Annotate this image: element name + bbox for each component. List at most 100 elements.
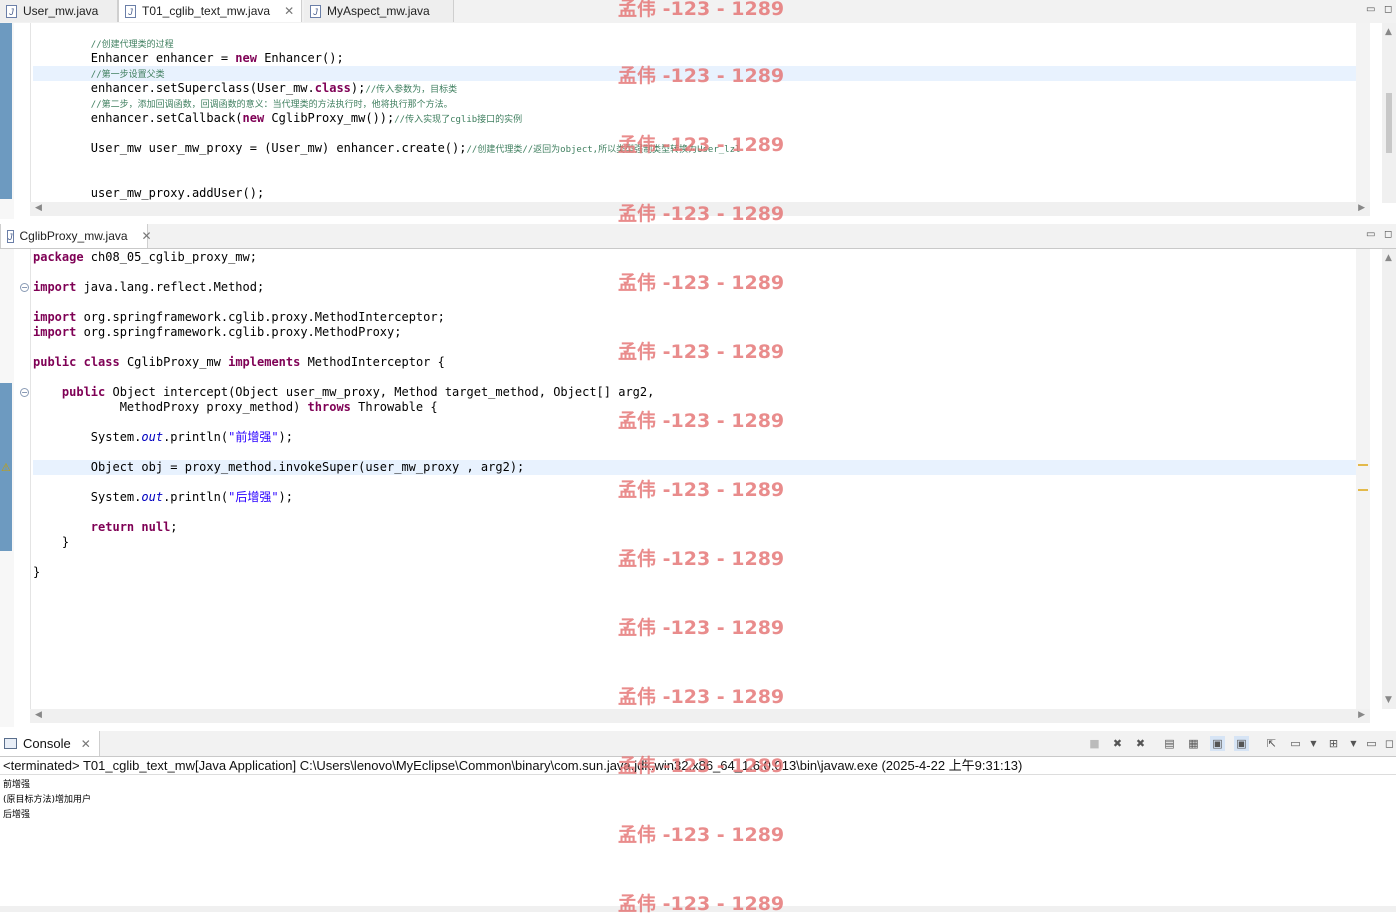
scroll-up-icon[interactable]: ▲ xyxy=(1385,253,1392,263)
code-line[interactable]: Object obj = proxy_method.invokeSuper(us… xyxy=(33,460,654,475)
code-line[interactable] xyxy=(33,295,654,310)
code-token: Enhancer enhancer = xyxy=(90,51,236,65)
code-token: ); xyxy=(350,81,366,95)
top-code-editor[interactable]: //创建代理类的过程 Enhancer enhancer = new Enhan… xyxy=(0,23,1396,219)
code-line[interactable]: public Object intercept(Object user_mw_p… xyxy=(33,385,654,400)
code-line[interactable]: //第一步设置父类 xyxy=(33,66,740,81)
scroll-left-icon[interactable]: ◀ xyxy=(35,710,42,720)
scroll-up-icon[interactable]: ▲ xyxy=(1385,27,1392,37)
console-tab[interactable]: Console ✕ xyxy=(0,731,100,756)
keyword-token: throws xyxy=(307,400,351,414)
scroll-right-icon[interactable]: ▶ xyxy=(1358,203,1365,213)
maximize-icon[interactable]: ◻ xyxy=(1384,229,1392,240)
code-line[interactable]: //创建代理类的过程 xyxy=(33,36,740,51)
console-hscroll[interactable] xyxy=(0,906,1396,912)
code-line[interactable]: Enhancer enhancer = new Enhancer(); xyxy=(33,51,740,66)
java-file-icon: J xyxy=(7,229,14,243)
horizontal-scrollbar[interactable]: ◀ ▶ xyxy=(30,709,1370,723)
tab-t01-cglib-text-mw[interactable]: J T01_cglib_text_mw.java ✕ xyxy=(118,0,302,22)
tab-user-mw[interactable]: J User_mw.java xyxy=(0,0,118,22)
tab-myaspect-mw[interactable]: J MyAspect_mw.java xyxy=(304,0,454,22)
minimize-icon[interactable]: ▭ xyxy=(1364,736,1379,751)
code-token: ; xyxy=(170,520,178,534)
pin-console-icon[interactable]: ⇱ xyxy=(1264,736,1279,751)
code-line[interactable]: package ch08_05_cglib_proxy_mw; xyxy=(33,250,654,265)
show-on-error-icon[interactable]: ▣ xyxy=(1234,736,1249,751)
code-token: user_mw_proxy.addUser(); xyxy=(90,186,265,200)
code-line[interactable] xyxy=(33,550,654,565)
scroll-thumb[interactable] xyxy=(1386,93,1392,153)
top-code-text[interactable]: //创建代理类的过程 Enhancer enhancer = new Enhan… xyxy=(33,36,741,201)
vertical-scrollbar[interactable]: ▲ ▼ xyxy=(1382,249,1396,709)
code-line[interactable]: System.out.println("后增强"); xyxy=(33,490,654,505)
vertical-scrollbar[interactable]: ▲ xyxy=(1382,23,1396,203)
minimize-icon[interactable]: ▭ xyxy=(1366,4,1375,15)
code-line[interactable]: } xyxy=(33,535,654,550)
chevron-down-icon[interactable]: ▼ xyxy=(1306,736,1321,751)
string-token: "后增强" xyxy=(228,490,279,504)
code-line[interactable] xyxy=(33,126,740,141)
code-line[interactable]: MethodProxy proxy_method) throws Throwab… xyxy=(33,400,654,415)
code-line[interactable]: } xyxy=(33,565,654,580)
comment-token: //创建代理类//返回为object,所以类型强制类型转换为User_lzl xyxy=(466,145,741,155)
minimize-icon[interactable]: ▭ xyxy=(1366,229,1375,240)
code-line[interactable] xyxy=(33,265,654,280)
scroll-right-icon[interactable]: ▶ xyxy=(1358,710,1365,720)
code-line[interactable]: return null; xyxy=(33,520,654,535)
code-token: } xyxy=(33,565,41,579)
code-line[interactable]: public class CglibProxy_mw implements Me… xyxy=(33,355,654,370)
scroll-down-icon[interactable]: ▼ xyxy=(1385,695,1392,705)
keyword-token: null xyxy=(141,520,171,534)
code-token: Object intercept(Object user_mw_proxy, M… xyxy=(105,385,655,399)
code-line[interactable] xyxy=(33,505,654,520)
code-line[interactable] xyxy=(33,156,740,171)
code-token: ch08_05_cglib_proxy_mw; xyxy=(83,250,257,264)
close-icon[interactable]: ✕ xyxy=(284,4,294,18)
code-line[interactable]: //第二步，添加回调函数，回调函数的意义：当代理类的方法执行时，他将执行那个方法… xyxy=(33,96,740,111)
code-line[interactable]: import org.springframework.cglib.proxy.M… xyxy=(33,325,654,340)
maximize-icon[interactable]: ◻ xyxy=(1384,4,1392,15)
horizontal-scrollbar[interactable]: ◀ ▶ xyxy=(30,202,1370,216)
show-on-output-icon[interactable]: ▣ xyxy=(1210,736,1225,751)
code-token: out xyxy=(141,430,164,444)
scroll-lock-icon[interactable]: ▦ xyxy=(1186,736,1201,751)
tab-label: MyAspect_mw.java xyxy=(327,4,430,18)
comment-token: //创建代理类的过程 xyxy=(90,40,174,50)
bottom-code-editor[interactable]: − − ⚠ package ch08_05_cglib_proxy_mw;imp… xyxy=(0,249,1396,727)
comment-token: //传入实现了cglib接口的实例 xyxy=(394,115,523,125)
console-output[interactable]: 前增强 (原目标方法)增加用户 后增强 xyxy=(3,778,91,823)
console-tab-label: Console xyxy=(23,736,71,751)
code-line[interactable] xyxy=(33,445,654,460)
scroll-left-icon[interactable]: ◀ xyxy=(35,203,42,213)
keyword-token: import xyxy=(33,325,77,339)
code-line[interactable] xyxy=(33,340,654,355)
code-line[interactable]: User_mw user_mw_proxy = (User_mw) enhanc… xyxy=(33,141,741,156)
open-console-icon[interactable]: ⊞ xyxy=(1326,736,1341,751)
warning-icon: ⚠ xyxy=(1,461,11,474)
remove-launch-icon[interactable]: ✖ xyxy=(1110,736,1125,751)
code-line[interactable]: user_mw_proxy.addUser(); xyxy=(33,186,740,201)
code-line[interactable]: enhancer.setSuperclass(User_mw.class);//… xyxy=(33,81,740,96)
display-console-icon[interactable]: ▭ xyxy=(1288,736,1303,751)
code-line[interactable] xyxy=(33,370,654,385)
code-line[interactable]: System.out.println("前增强"); xyxy=(33,430,654,445)
code-line[interactable]: enhancer.setCallback(new CglibProxy_mw()… xyxy=(33,111,740,126)
code-line[interactable]: import java.lang.reflect.Method; xyxy=(33,280,654,295)
maximize-icon[interactable]: ◻ xyxy=(1382,736,1396,751)
close-icon[interactable]: ✕ xyxy=(142,229,152,243)
fold-icon[interactable]: − xyxy=(20,283,29,292)
terminate-icon[interactable]: ■ xyxy=(1087,736,1102,751)
tab-cglibproxy-mw[interactable]: J CglibProxy_mw.java ✕ xyxy=(0,224,152,248)
code-line[interactable] xyxy=(33,415,654,430)
code-line[interactable] xyxy=(33,475,654,490)
clear-console-icon[interactable]: ▤ xyxy=(1162,736,1177,751)
code-line[interactable] xyxy=(33,171,740,186)
remove-all-icon[interactable]: ✖ xyxy=(1133,736,1148,751)
code-token: CglibProxy_mw()); xyxy=(264,111,395,125)
fold-icon[interactable]: − xyxy=(20,388,29,397)
chevron-down-icon[interactable]: ▼ xyxy=(1346,736,1361,751)
close-icon[interactable]: ✕ xyxy=(81,737,91,751)
bottom-code-text[interactable]: package ch08_05_cglib_proxy_mw;import ja… xyxy=(33,250,654,580)
code-line[interactable]: import org.springframework.cglib.proxy.M… xyxy=(33,310,654,325)
